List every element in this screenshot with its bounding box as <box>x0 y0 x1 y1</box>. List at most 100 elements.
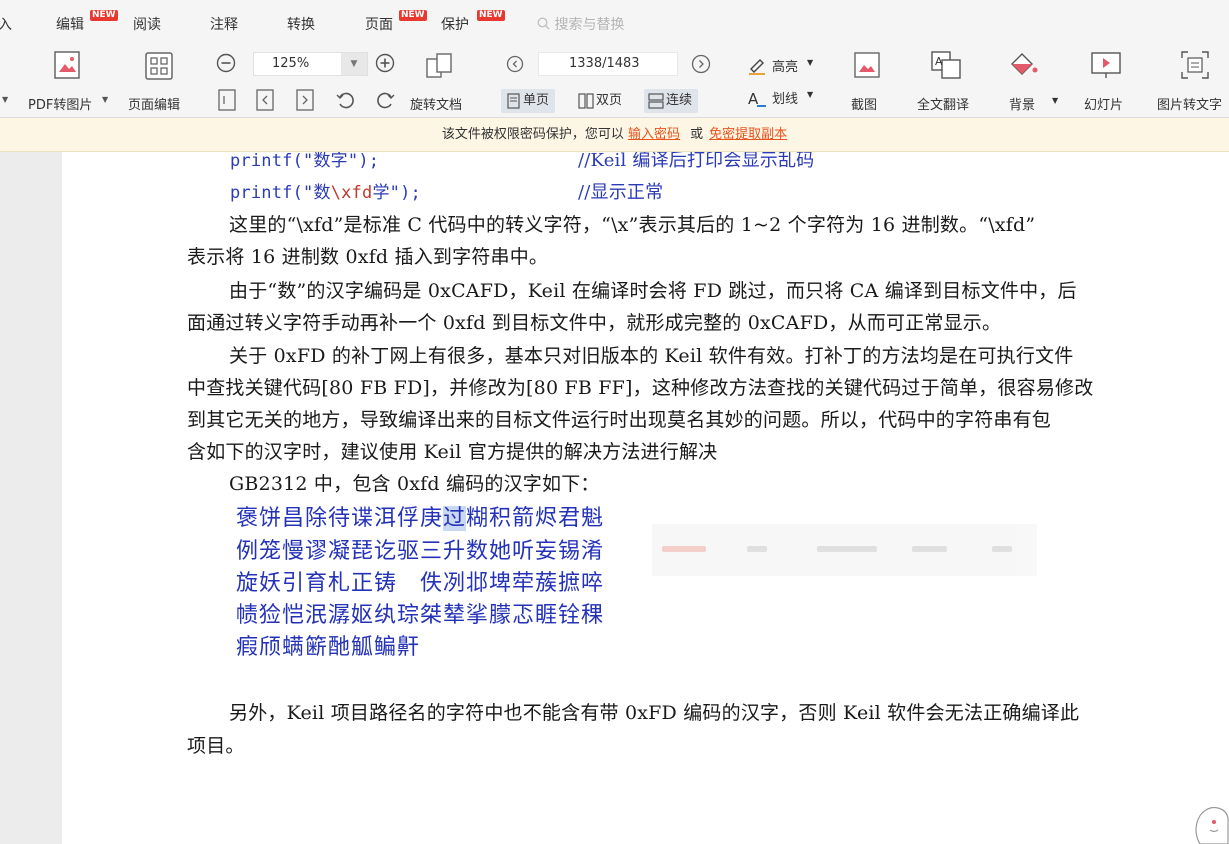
paragraph-1-line-2: 表示将 16 进制数 0xfd 插入到字符串中。 <box>187 246 549 268</box>
paragraph-2-line-1: 由于“数”的汉字编码是 0xCAFD，Keil 在编译时会将 FD 跳过，而只将… <box>229 280 1077 302</box>
highlighter-icon <box>749 59 765 75</box>
code-line-1: printf("数字"); <box>230 152 379 171</box>
search-replace-tab[interactable]: 搜索与替换 <box>537 14 624 34</box>
background-label: 背景 <box>1009 98 1036 113</box>
next-page-icon[interactable] <box>296 89 314 111</box>
notice-or-text: 或 <box>690 127 704 142</box>
highlight-label: 高亮 <box>772 60 799 75</box>
code-comment-1-text: //Keil 编译后打印会显示乱码 <box>578 152 815 171</box>
code-line-2: printf("数\xfd学"); <box>230 178 421 203</box>
double-page-icon <box>578 93 594 109</box>
rotate-left-icon[interactable] <box>335 89 357 111</box>
password-notice-bar: 该文件被权限密码保护，您可以 输入密码 或免密提取副本 <box>0 118 1229 152</box>
svg-text:A: A <box>935 55 943 68</box>
gb2312-intro: GB2312 中，包含 0xfd 编码的汉字如下： <box>229 473 600 495</box>
slideshow-label: 幻灯片 <box>1084 98 1124 113</box>
dropdown-arrow-icon: ▼ <box>807 58 814 67</box>
first-page-icon[interactable] <box>218 89 236 111</box>
chars-row-2[interactable]: 例笼慢谬凝琵讫驱三升数她听妄锡淆 <box>236 533 604 565</box>
paragraph-3-line-2: 中查找关键代码[80 FB FD]，并修改为[80 FB FF]，这种修改方法查… <box>187 377 1094 399</box>
tab-edit[interactable]: 编辑 NEW <box>56 10 118 34</box>
chars-row-5[interactable]: 瘕颀螨簖酏觚鳊鼾 <box>236 629 420 661</box>
page-grid-icon <box>145 52 173 80</box>
previous-page-icon[interactable] <box>256 89 274 111</box>
chevron-down-icon[interactable]: ▼ <box>341 53 367 75</box>
tab-insert-partial[interactable]: 入 <box>0 14 12 34</box>
tab-protect[interactable]: 保护 NEW <box>441 10 505 34</box>
rotate-right-icon[interactable] <box>374 89 396 111</box>
document-left-margin <box>0 152 62 844</box>
page-edit-label: 页面编辑 <box>128 98 181 113</box>
search-replace-label: 搜索与替换 <box>554 17 625 33</box>
tab-page[interactable]: 页面 NEW <box>365 10 427 34</box>
slideshow-icon <box>1091 52 1121 78</box>
rotate-document-icon <box>426 53 452 78</box>
code-comment-2-text: //显示正常 <box>578 182 664 203</box>
pdf-reader-window: 入 编辑 NEW 阅读 注释 转换 页面 NEW 保护 NEW 搜索与替换 PDF转图… <box>0 0 1229 844</box>
new-badge: NEW <box>90 10 118 21</box>
image-to-text-label: 图片转文字 <box>1157 98 1223 113</box>
page-number-input[interactable]: 1338/1483 <box>538 52 678 76</box>
notice-text: 该文件被权限密码保护，您可以 <box>441 127 624 142</box>
enter-password-link[interactable]: 输入密码 <box>628 127 680 142</box>
view-continuous-button[interactable]: 连续 <box>644 89 699 113</box>
paragraph-1-line-1: 这里的“\xfd”是标准 C 代码中的转义字符，“\x”表示其后的 1~2 个字… <box>229 214 1036 236</box>
ocr-icon <box>1181 51 1209 79</box>
continuous-icon <box>648 93 664 109</box>
chars-row-1b: 糊积箭烬君魁 <box>466 506 605 531</box>
next-arrow-icon[interactable] <box>691 54 711 74</box>
image-file-icon <box>54 51 80 79</box>
paragraph-2-line-2: 面通过转义字符手动再补一个 0xfd 到目标文件中，就形成完整的 0xCAFD，… <box>187 312 1002 334</box>
tab-protect-label: 保护 <box>441 17 469 33</box>
view-double-page-button[interactable]: 双页 <box>574 89 628 113</box>
new-badge: NEW <box>477 10 505 21</box>
tab-convert[interactable]: 转换 <box>287 14 315 34</box>
page-indicator: 1338/1483 <box>569 56 640 71</box>
paragraph-3-line-1: 关于 0xFD 的补丁网上有很多，基本只对旧版本的 Keil 软件有效。打补丁的… <box>229 345 1074 367</box>
paragraph-4-line-1: 另外，Keil 项目路径名的字符中也不能含有带 0xFD 编码的汉字，否则 Ke… <box>229 702 1080 724</box>
paint-bucket-icon <box>1011 53 1038 75</box>
zoom-out-icon[interactable] <box>216 53 236 73</box>
translate-label: 全文翻译 <box>917 98 970 113</box>
screenshot-label: 截图 <box>851 98 878 113</box>
paragraph-4-line-2: 项目。 <box>187 735 245 757</box>
tab-annotate[interactable]: 注释 <box>210 14 238 34</box>
zoom-value: 125% <box>272 56 310 71</box>
code-comment-2: //显示正常 <box>578 178 663 204</box>
code-printf-2c: 学"); <box>372 183 421 203</box>
text-strike-icon: A <box>748 90 766 108</box>
faded-floating-toolbar <box>652 524 1037 576</box>
zoom-in-icon[interactable] <box>375 53 395 73</box>
view-continuous-label: 连续 <box>666 93 693 108</box>
chars-row-4[interactable]: 帻猃恺泯潺妪纨琮桀辇挲朦忑睚铨稞 <box>236 597 604 629</box>
code-escape: \xfd <box>330 183 373 203</box>
strikethrough-label: 划线 <box>772 92 799 107</box>
chars-row-1a: 褒饼昌除待谍洱俘庚 <box>236 506 444 531</box>
zoom-select[interactable]: 125% ▼ <box>253 52 368 76</box>
paragraph-3-line-4: 含如下的汉字时，建议使用 Keil 官方提供的解决方法进行解决 <box>187 441 718 463</box>
chars-row-1[interactable]: 褒饼昌除待谍洱俘庚过糊积箭烬君魁 <box>236 500 604 532</box>
search-icon <box>537 17 550 30</box>
pdf-page[interactable]: printf("数字"); //Keil 编译后打印会显示乱码 printf("… <box>62 152 1229 844</box>
code-printf-2a: printf("数 <box>230 183 331 203</box>
assistant-mascot-icon[interactable] <box>1192 800 1229 844</box>
selected-char[interactable]: 过 <box>443 506 467 531</box>
new-badge: NEW <box>399 10 427 21</box>
rotate-document-label: 旋转文档 <box>410 98 463 113</box>
previous-arrow-icon[interactable] <box>506 55 524 73</box>
code-printf-1: printf("数字"); <box>230 152 380 171</box>
menu-tab-bar: 入 编辑 NEW 阅读 注释 转换 页面 NEW 保护 NEW 搜索与替换 <box>0 0 1229 42</box>
paragraph-3-line-3: 到其它无关的地方，导致编译出来的目标文件运行时出现莫名其妙的问题。所以，代码中的… <box>187 409 1052 431</box>
tab-read[interactable]: 阅读 <box>133 14 161 34</box>
dropdown-arrow-icon: ▼ <box>807 90 814 99</box>
code-comment-1: //Keil 编译后打印会显示乱码 <box>578 152 814 172</box>
single-page-icon <box>507 93 520 109</box>
chars-row-3[interactable]: 旋妖引育札正铸 佚冽邶埤荦蔟摭啐 <box>236 565 604 597</box>
view-single-page-button[interactable]: 单页 <box>501 89 556 113</box>
screenshot-icon <box>854 52 880 78</box>
extract-copy-link[interactable]: 免密提取副本 <box>709 127 787 142</box>
translate-icon: A <box>931 51 961 79</box>
dropdown-arrow-icon[interactable]: ▼ <box>2 95 8 104</box>
dropdown-arrow-icon: ▼ <box>1052 96 1059 105</box>
view-double-label: 双页 <box>596 93 623 108</box>
